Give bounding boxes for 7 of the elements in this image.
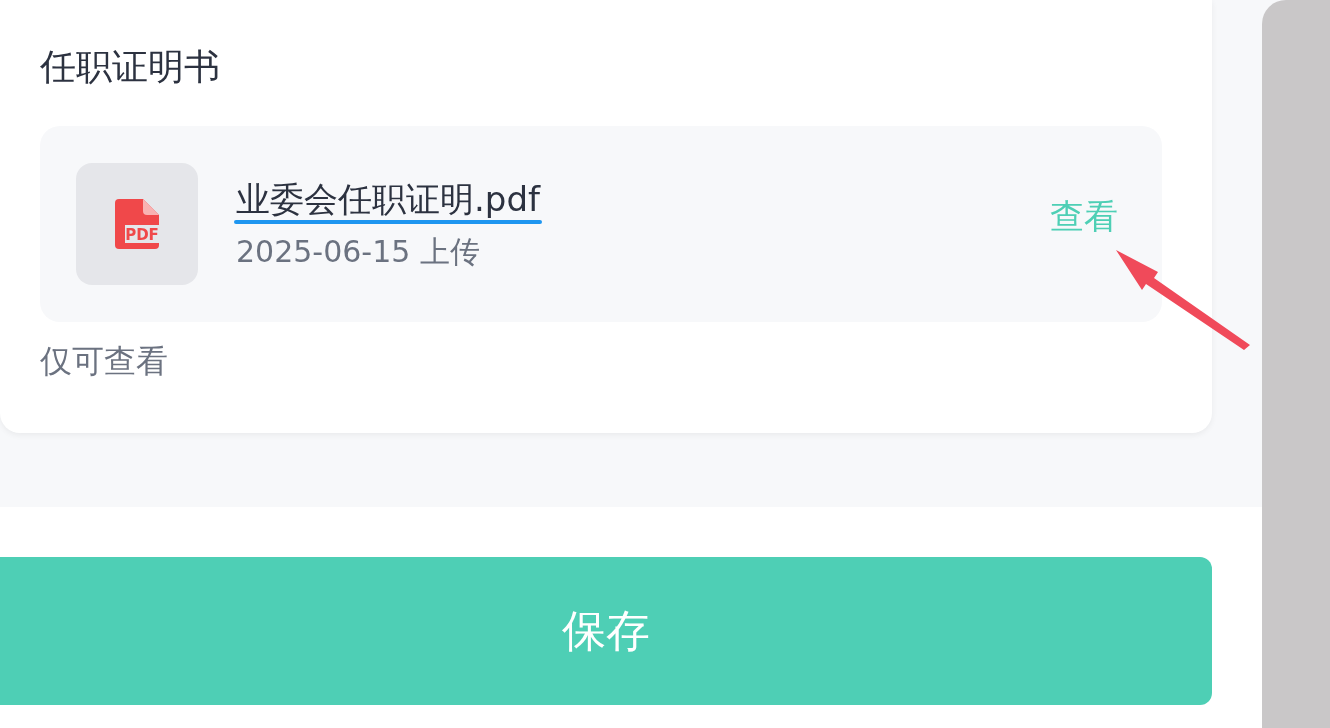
- section-title: 任职证明书: [40, 45, 221, 89]
- file-name: 业委会任职证明.pdf: [236, 178, 540, 219]
- view-link[interactable]: 查看: [1050, 194, 1118, 240]
- upload-date: 2025-06-15 上传: [236, 232, 480, 271]
- hint-text: 仅可查看: [40, 341, 169, 382]
- pdf-file-icon: PDF: [115, 199, 159, 249]
- save-button[interactable]: 保存: [0, 557, 1212, 705]
